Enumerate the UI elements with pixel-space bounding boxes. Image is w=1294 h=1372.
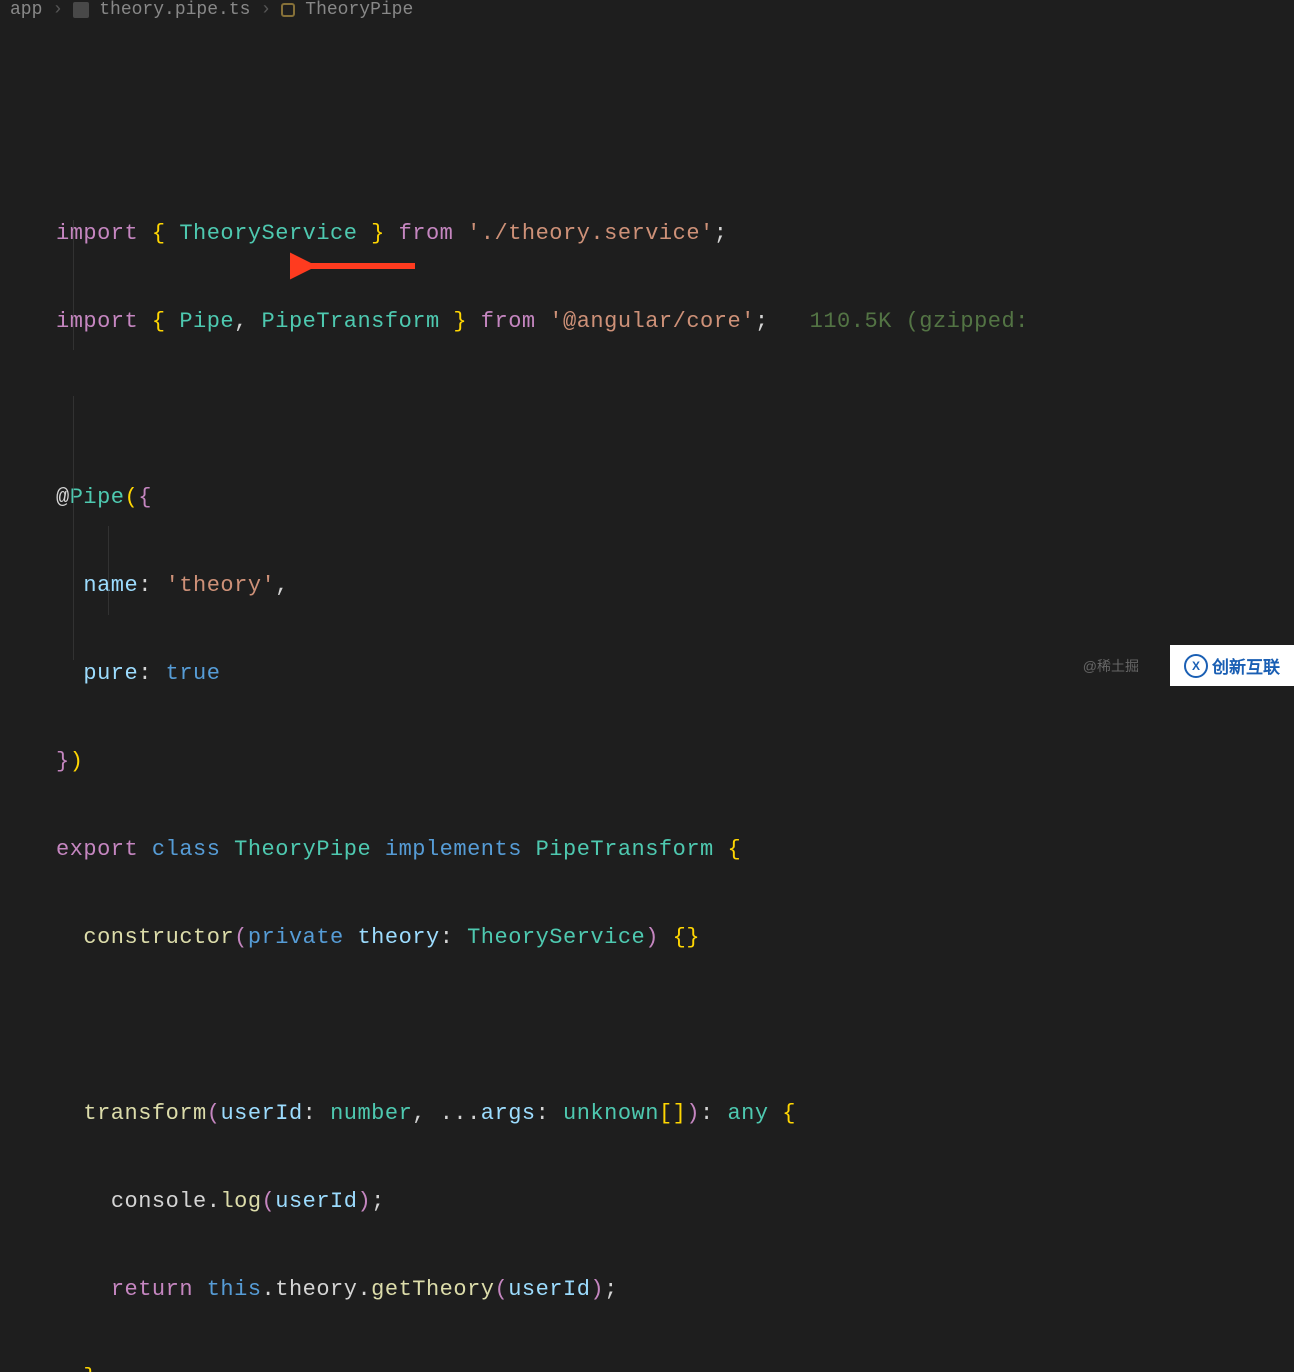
class-icon [281,3,295,17]
code-line[interactable]: }) [56,740,1238,784]
code-line[interactable]: export class TheoryPipe implements PipeT… [56,828,1238,872]
code-line[interactable]: @Pipe({ [56,476,1238,520]
code-line[interactable]: pure: true [56,652,1238,696]
breadcrumb: app › theory.pipe.ts › TheoryPipe [0,0,1294,26]
code-line[interactable]: name: 'theory', [56,564,1238,608]
code-editor[interactable]: import { TheoryService } from './theory.… [0,26,1294,1372]
code-line[interactable]: } [56,1356,1238,1372]
code-line[interactable]: import { Pipe, PipeTransform } from '@an… [56,300,1238,344]
breadcrumb-root[interactable]: app [10,0,42,20]
chevron-right-icon: › [52,0,63,20]
watermark-logo: X 创新互联 [1170,645,1294,686]
code-line[interactable] [56,388,1238,432]
chevron-right-icon: › [260,0,271,20]
code-line[interactable]: console.log(userId); [56,1180,1238,1224]
logo-icon: X [1184,654,1208,678]
watermark-text: @稀土掘 [1083,656,1139,676]
code-line[interactable]: return this.theory.getTheory(userId); [56,1268,1238,1312]
code-line[interactable]: constructor(private theory: TheoryServic… [56,916,1238,960]
code-line[interactable]: import { TheoryService } from './theory.… [56,212,1238,256]
code-line[interactable]: transform(userId: number, ...args: unkno… [56,1092,1238,1136]
breadcrumb-file[interactable]: theory.pipe.ts [99,0,250,20]
breadcrumb-symbol[interactable]: TheoryPipe [305,0,413,20]
code-line[interactable] [56,1004,1238,1048]
import-cost-hint: 110.5K (gzipped: [769,309,1029,334]
file-icon [73,2,89,18]
